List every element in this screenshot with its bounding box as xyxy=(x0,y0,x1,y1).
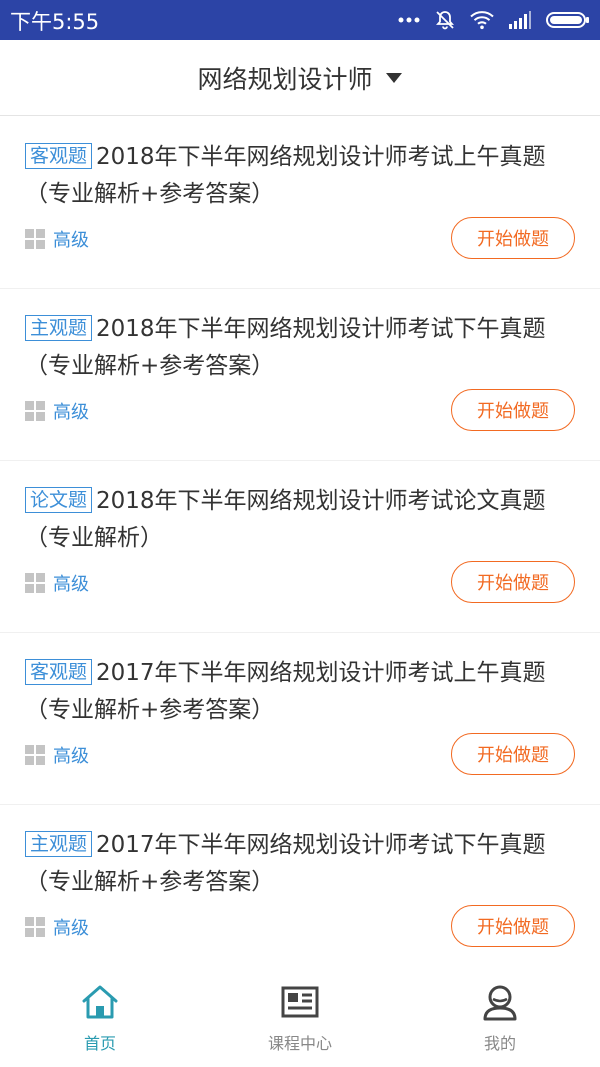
exam-title-block: 客观题 2018年下半年网络规划设计师考试上午真题（专业解析+参考答案） xyxy=(25,139,575,213)
status-icons xyxy=(398,8,590,32)
exam-title: 2017年下半年网络规划设计师考试下午真题（专业解析+参考答案） xyxy=(25,832,546,895)
exam-type-tag: 主观题 xyxy=(25,315,93,341)
exam-title-block: 论文题 2018年下半年网络规划设计师考试论文真题（专业解析） xyxy=(25,483,575,557)
exam-list-item[interactable]: 主观题 2017年下半年网络规划设计师考试下午真题（专业解析+参考答案） 高级 开… xyxy=(0,805,600,977)
difficulty-label: 高级 xyxy=(53,918,89,939)
exam-type-tag: 论文题 xyxy=(25,487,93,513)
tab-home[interactable]: 首页 xyxy=(0,972,200,1067)
difficulty-level: 高级 xyxy=(25,227,89,251)
difficulty-level: 高级 xyxy=(25,399,89,423)
wifi-icon xyxy=(470,11,494,30)
exam-title-block: 主观题 2018年下半年网络规划设计师考试下午真题（专业解析+参考答案） xyxy=(25,311,575,385)
start-exam-button[interactable]: 开始做题 xyxy=(451,217,575,259)
start-exam-button[interactable]: 开始做题 xyxy=(451,905,575,947)
mute-icon xyxy=(436,11,454,30)
grid-icon xyxy=(25,573,45,593)
tab-label: 课程中心 xyxy=(267,1034,332,1053)
signal-icon xyxy=(509,11,531,29)
exam-type-tag: 客观题 xyxy=(25,659,93,685)
exam-title-block: 客观题 2017年下半年网络规划设计师考试上午真题（专业解析+参考答案） xyxy=(25,655,575,729)
difficulty-level: 高级 xyxy=(25,743,89,767)
grid-icon xyxy=(25,917,45,937)
more-dots-icon xyxy=(398,17,420,23)
difficulty-label: 高级 xyxy=(53,230,89,251)
start-exam-button[interactable]: 开始做题 xyxy=(451,389,575,431)
exam-list-item[interactable]: 客观题 2018年下半年网络规划设计师考试上午真题（专业解析+参考答案） 高级 开… xyxy=(0,117,600,289)
status-bar: 下午5:55 xyxy=(0,0,600,40)
difficulty-label: 高级 xyxy=(53,746,89,767)
exam-list-item[interactable]: 论文题 2018年下半年网络规划设计师考试论文真题（专业解析） 高级 开始做题 xyxy=(0,461,600,633)
difficulty-label: 高级 xyxy=(53,574,89,595)
battery-icon xyxy=(546,12,589,28)
tab-label: 首页 xyxy=(83,1034,116,1053)
app-header: 网络规划设计师 xyxy=(0,40,600,116)
grid-icon xyxy=(25,229,45,249)
status-time: 下午5:55 xyxy=(10,10,100,34)
grid-icon xyxy=(25,401,45,421)
exam-title-block: 主观题 2017年下半年网络规划设计师考试下午真题（专业解析+参考答案） xyxy=(25,827,575,901)
start-exam-button[interactable]: 开始做题 xyxy=(451,561,575,603)
difficulty-label: 高级 xyxy=(53,402,89,423)
book-icon xyxy=(281,986,319,1018)
exam-title: 2017年下半年网络规划设计师考试上午真题（专业解析+参考答案） xyxy=(25,660,546,723)
exam-type-tag: 客观题 xyxy=(25,143,93,169)
grid-icon xyxy=(25,745,45,765)
start-exam-button[interactable]: 开始做题 xyxy=(451,733,575,775)
exam-list: 客观题 2018年下半年网络规划设计师考试上午真题（专业解析+参考答案） 高级 开… xyxy=(0,117,600,977)
exam-title: 2018年下半年网络规划设计师考试上午真题（专业解析+参考答案） xyxy=(25,144,546,207)
difficulty-level: 高级 xyxy=(25,571,89,595)
exam-type-tag: 主观题 xyxy=(25,831,93,857)
exam-list-item[interactable]: 主观题 2018年下半年网络规划设计师考试下午真题（专业解析+参考答案） 高级 开… xyxy=(0,289,600,461)
tab-mine[interactable]: 我的 xyxy=(400,972,600,1067)
bottom-tab-bar: 首页 课程中心 我的 xyxy=(0,972,600,1067)
exam-title: 2018年下半年网络规划设计师考试论文真题（专业解析） xyxy=(25,488,546,551)
category-selector[interactable]: 网络规划设计师 xyxy=(0,40,600,116)
page-title: 网络规划设计师 xyxy=(197,65,373,94)
tab-label: 我的 xyxy=(483,1034,516,1053)
user-icon xyxy=(483,985,517,1021)
tab-course-center[interactable]: 课程中心 xyxy=(200,972,400,1067)
exam-list-item[interactable]: 客观题 2017年下半年网络规划设计师考试上午真题（专业解析+参考答案） 高级 开… xyxy=(0,633,600,805)
caret-down-icon xyxy=(385,73,402,83)
home-icon xyxy=(82,985,118,1019)
exam-title: 2018年下半年网络规划设计师考试下午真题（专业解析+参考答案） xyxy=(25,316,546,379)
difficulty-level: 高级 xyxy=(25,915,89,939)
